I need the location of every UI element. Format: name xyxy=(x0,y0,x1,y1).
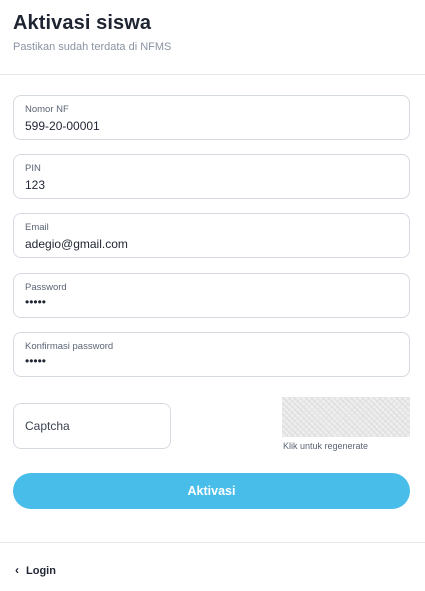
nomor-nf-value[interactable]: 599-20-00001 xyxy=(25,119,100,133)
chevron-left-icon: ‹ xyxy=(15,563,19,577)
pin-label: PIN xyxy=(25,163,41,174)
email-field[interactable]: Email adegio@gmail.com xyxy=(13,213,410,258)
confirm-password-value[interactable]: ••••• xyxy=(25,354,46,368)
password-value[interactable]: ••••• xyxy=(25,295,46,309)
confirm-password-label: Konfirmasi password xyxy=(25,341,114,352)
password-field[interactable]: Password ••••• xyxy=(13,273,410,318)
header-divider xyxy=(0,74,425,75)
nomor-nf-label: Nomor NF xyxy=(25,104,69,115)
confirm-password-field[interactable]: Konfirmasi password ••••• xyxy=(13,332,410,377)
nomor-nf-field[interactable]: Nomor NF 599-20-00001 xyxy=(13,95,410,140)
captcha-image[interactable] xyxy=(282,397,410,437)
password-label: Password xyxy=(25,282,67,293)
footer-divider xyxy=(0,542,425,543)
pin-value[interactable]: 123 xyxy=(25,178,45,192)
page-subtitle: Pastikan sudah terdata di NFMS xyxy=(13,41,172,53)
page-header: Aktivasi siswa Pastikan sudah terdata di… xyxy=(13,12,171,53)
email-label: Email xyxy=(25,222,49,233)
captcha-hint: Klik untuk regenerate xyxy=(283,441,369,451)
captcha-input[interactable]: Captcha xyxy=(13,403,171,449)
aktivasi-button[interactable]: Aktivasi xyxy=(13,473,410,509)
login-link[interactable]: ‹ Login xyxy=(15,563,56,578)
page-title: Aktivasi siswa xyxy=(13,12,152,34)
login-label: Login xyxy=(26,565,56,577)
pin-field[interactable]: PIN 123 xyxy=(13,154,410,199)
captcha-placeholder: Captcha xyxy=(25,419,70,433)
email-value[interactable]: adegio@gmail.com xyxy=(25,237,128,251)
